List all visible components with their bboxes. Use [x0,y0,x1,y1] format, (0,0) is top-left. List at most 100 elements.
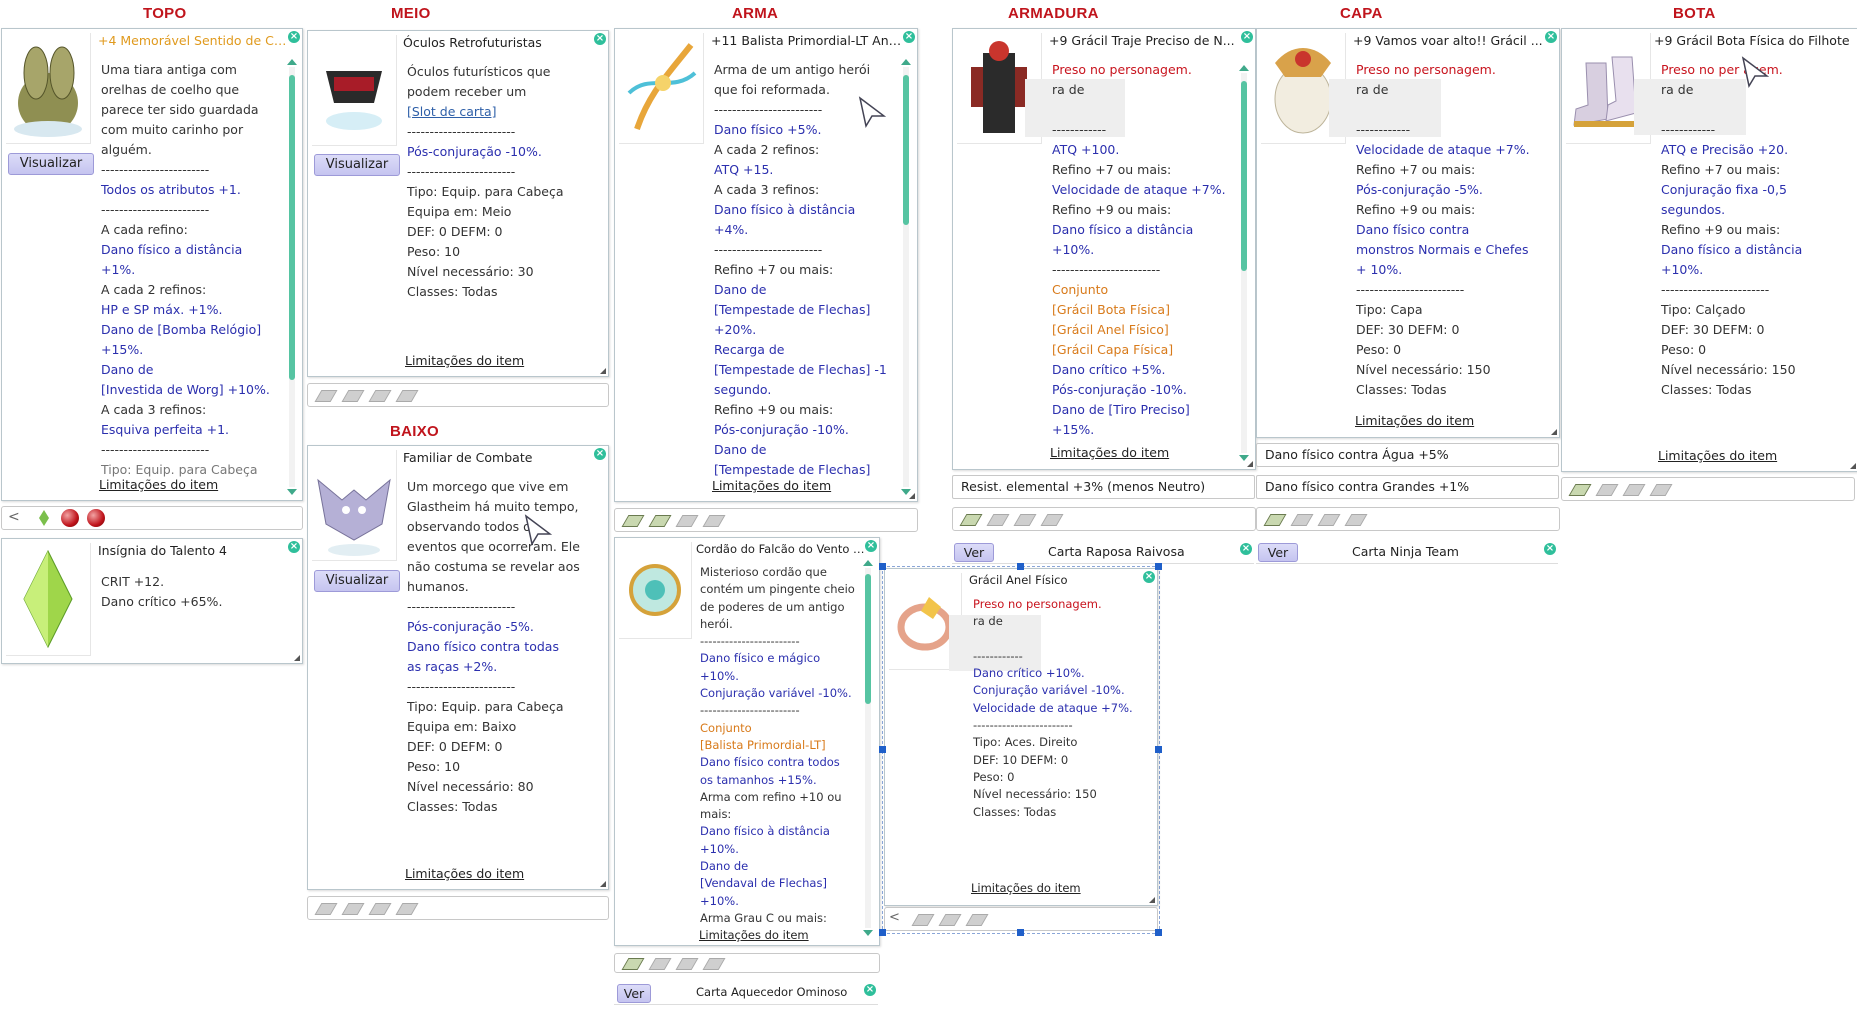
scroll-up-icon[interactable] [863,560,873,566]
resize-handle-top[interactable] [1017,563,1024,570]
card-row-capa: Ver Carta Ninja Team × [1256,541,1558,564]
limitacoes-link[interactable]: Limitações do item [712,478,831,493]
item-window-bota[interactable]: +9 Grácil Bota Física do Filhote Preso n… [1561,28,1857,472]
item-window-armadura[interactable]: +9 Grácil Traje Preciso de N... × Preso … [952,28,1256,470]
item-description: Óculos futurísticos que podem receber um… [407,64,564,299]
card-slot-bar-cordao [614,953,880,973]
back-icon[interactable]: < [8,509,20,525]
limitacoes-link[interactable]: Limitações do item [99,477,218,492]
visualizar-button[interactable]: Visualizar [8,153,94,175]
scroll-up-icon[interactable] [287,59,297,65]
item-title: +4 Memorável Sentido de Ca... [98,33,288,48]
resize-handle-top-right[interactable] [1155,563,1162,570]
close-icon[interactable]: × [288,31,300,43]
item-title: +11 Balista Primordial-LT Ant... [711,33,903,48]
scrollbar[interactable] [1239,65,1249,461]
item-window-anel[interactable]: Grácil Anel Físico × Preso no personagem… [884,568,1158,906]
close-icon[interactable]: × [903,31,915,43]
item-description: Uma tiara antiga com orelhas de coelho q… [101,62,270,477]
random-effect-bar: Dano físico contra Água +5% [1256,443,1559,467]
resize-handle[interactable] [1247,461,1253,467]
item-description: Misterioso cordão que contém um pingente… [700,565,855,925]
resize-handle[interactable] [1850,463,1856,469]
item-window-topo[interactable]: Visualizar +4 Memorável Sentido de Ca...… [1,28,303,501]
card-slot-bar-meio [307,383,609,407]
close-icon[interactable]: × [1240,543,1252,555]
ver-button[interactable]: Ver [617,984,651,1003]
resize-handle[interactable] [294,655,300,661]
ver-button[interactable]: Ver [954,543,994,562]
random-effect-bar: Dano físico contra Grandes +1% [1256,475,1559,499]
close-icon[interactable]: × [1241,31,1253,43]
card-name: Carta Ninja Team [1352,544,1459,559]
scrollbar[interactable] [863,560,873,936]
card-slot-bar-baixo [307,896,609,920]
item-image-retro-goggles [312,35,397,146]
card-name: Carta Raposa Raivosa [1048,544,1185,559]
item-window-capa[interactable]: +9 Vamos voar alto!! Grácil ... × Preso … [1256,28,1560,438]
item-window-cordao[interactable]: Cordão do Falcão do Vento d... × Misteri… [614,537,880,946]
item-title: Grácil Anel Físico [969,573,1068,587]
scrollbar[interactable] [287,59,297,495]
visualizar-button[interactable]: Visualizar [314,570,400,592]
limitacoes-link[interactable]: Limitações do item [405,353,524,368]
scroll-up-icon[interactable] [1239,65,1249,71]
scroll-down-icon[interactable] [287,489,297,495]
mouse-cursor-icon [524,514,552,546]
card-row-armadura: Ver Carta Raposa Raivosa × [952,541,1254,564]
item-title: +9 Grácil Bota Física do Filhote [1654,33,1850,48]
resize-handle-bottom[interactable] [1017,929,1024,936]
item-description: Um morcego que vive em Glastheim há muit… [407,479,580,814]
scroll-down-icon[interactable] [863,930,873,936]
slot-de-carta-link[interactable]: [Slot de carta] [407,102,564,122]
limitacoes-link[interactable]: Limitações do item [1050,445,1169,460]
item-window-meio[interactable]: Visualizar Óculos Retrofuturistas × Ócul… [307,30,609,377]
card-slot-bar-bota [1561,477,1855,501]
resize-handle-right[interactable] [1155,746,1162,753]
talent-gem-icon [39,510,49,526]
item-image-bunny-tiara [6,33,91,144]
resize-handle-bottom-left[interactable] [879,929,886,936]
close-icon[interactable]: × [1143,571,1155,583]
resize-handle[interactable] [1149,897,1155,903]
resize-handle-bottom-right[interactable] [1155,929,1162,936]
resize-handle[interactable] [1551,429,1557,435]
item-title: Óculos Retrofuturistas [403,35,542,50]
close-icon[interactable]: × [864,984,876,996]
visualizar-button[interactable]: Visualizar [314,154,400,176]
resize-handle[interactable] [600,881,606,887]
column-label-arma: ARMA [732,5,779,22]
mouse-cursor-icon [1741,56,1769,88]
mouse-cursor-icon [858,96,886,128]
resize-handle[interactable] [600,368,606,374]
scrollbar[interactable] [901,59,911,495]
resize-handle[interactable] [909,493,915,499]
limitacoes-link[interactable]: Limitações do item [971,881,1081,895]
card-slot-bar-capa [1256,507,1560,531]
item-window-insignia[interactable]: Insígnia do Talento 4 × CRIT +12. Dano c… [1,538,303,664]
item-window-baixo[interactable]: Visualizar Familiar de Combate × Um morc… [307,445,609,890]
limitacoes-link[interactable]: Limitações do item [1658,448,1777,463]
limitacoes-link[interactable]: Limitações do item [699,928,809,942]
resize-handle-top-left[interactable] [879,563,886,570]
card-slot-bar-topo: < [1,506,303,530]
limitacoes-link[interactable]: Limitações do item [1355,413,1474,428]
close-icon[interactable]: × [865,540,877,552]
limitacoes-link[interactable]: Limitações do item [405,866,524,881]
card-slot-bar-arma [614,508,918,532]
item-image-falcon-necklace [619,542,692,639]
resize-handle-left[interactable] [879,746,886,753]
column-label-armadura: ARMADURA [1008,5,1099,22]
item-description: Preso no personagem. ra de ------------ … [1356,62,1530,397]
scroll-up-icon[interactable] [901,59,911,65]
close-icon[interactable]: × [1545,31,1557,43]
close-icon[interactable]: × [288,541,300,553]
close-icon[interactable]: × [594,448,606,460]
back-icon[interactable]: < [889,910,900,925]
ver-button[interactable]: Ver [1258,543,1298,562]
card-slot-bar-armadura [952,507,1256,531]
close-icon[interactable]: × [594,33,606,45]
close-icon[interactable]: × [1544,543,1556,555]
item-image-primordial-ballista [619,33,704,144]
item-image-bat-familiar [312,450,397,561]
